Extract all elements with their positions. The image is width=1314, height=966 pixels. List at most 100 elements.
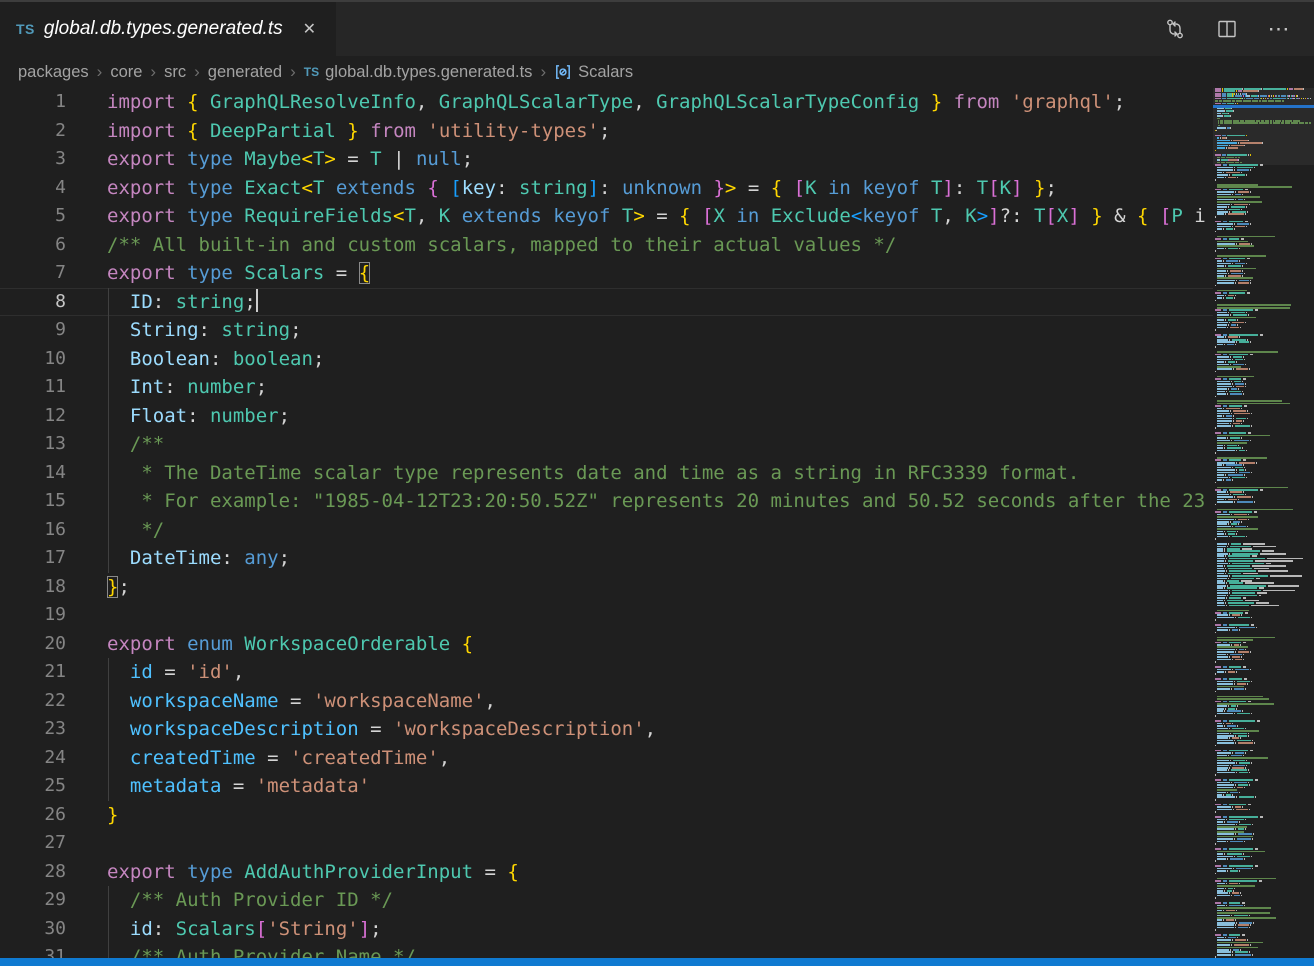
minimap-line [1217, 895, 1230, 897]
code-line[interactable]: 31 /** Auth Provider Name */ [0, 943, 1213, 958]
minimap-line [1245, 612, 1248, 614]
minimap-line [1235, 425, 1250, 427]
breadcrumb-item-scalars[interactable]: Scalars [554, 63, 633, 82]
code-line[interactable]: 10 Boolean: boolean; [0, 345, 1213, 374]
close-tab-icon[interactable]: ✕ [299, 17, 320, 41]
breadcrumb-item-global-db-types-generated-ts[interactable]: TSglobal.db.types.generated.ts [304, 63, 533, 82]
minimap-line [1223, 642, 1227, 644]
code-line[interactable]: 9 String: string; [0, 316, 1213, 345]
minimap-line [1226, 723, 1231, 725]
code-text: export type Scalars = { [107, 259, 370, 288]
code-line[interactable]: 7export type Scalars = { [0, 259, 1213, 288]
code-line[interactable]: 2import { DeepPartial } from 'utility-ty… [0, 117, 1213, 146]
code-token: number [187, 376, 256, 398]
open-changes-icon[interactable] [1162, 16, 1188, 42]
minimap-line [1254, 511, 1257, 513]
code-line[interactable]: 1import { GraphQLResolveInfo, GraphQLSca… [0, 88, 1213, 117]
minimap-line [1240, 949, 1241, 951]
minimap-line [1234, 787, 1235, 789]
minimap-line [1242, 194, 1243, 196]
minimap-line [1236, 868, 1251, 870]
breadcrumb-item-core[interactable]: core [110, 63, 142, 82]
line-number: 29 [0, 886, 66, 915]
minimap[interactable] [1213, 88, 1314, 958]
minimap-line [1230, 870, 1238, 872]
more-actions-icon[interactable]: ⋯ [1266, 16, 1292, 42]
breadcrumb-item-generated[interactable]: generated [208, 63, 282, 82]
code-line[interactable]: 21 id = 'id', [0, 658, 1213, 687]
minimap-line [1246, 93, 1247, 95]
minimap-line [1248, 735, 1249, 737]
code-line[interactable]: 12 Float: number; [0, 402, 1213, 431]
code-line[interactable]: 17 DateTime: any; [0, 544, 1213, 573]
minimap-line [1217, 457, 1267, 459]
code-token: number [210, 405, 279, 427]
breadcrumb-item-src[interactable]: src [164, 63, 186, 82]
minimap-line [1230, 521, 1231, 523]
minimap-line [1237, 531, 1238, 533]
minimap-line [1242, 447, 1243, 449]
minimap-line [1228, 523, 1229, 525]
code-token: GraphQLResolveInfo [210, 91, 416, 113]
minimap-line [1251, 681, 1252, 683]
minimap-line [1217, 558, 1225, 560]
minimap-line [1228, 755, 1229, 757]
code-line[interactable]: 29 /** Auth Provider ID */ [0, 886, 1213, 915]
line-number: 12 [0, 402, 66, 431]
minimap-line [1228, 275, 1241, 277]
code-line[interactable]: 3export type Maybe<T> = T | null; [0, 145, 1213, 174]
code-line[interactable]: 4export type Exact<T extends { [key: str… [0, 174, 1213, 203]
minimap-line [1217, 341, 1235, 343]
code-line[interactable]: 5export type RequireFields<T, K extends … [0, 202, 1213, 231]
minimap-line [1229, 570, 1256, 572]
code-line[interactable]: 6/** All built-in and custom scalars, ma… [0, 231, 1213, 260]
minimap-line [1223, 309, 1227, 311]
code-line[interactable]: 18}; [0, 573, 1213, 602]
code-line[interactable]: 22 workspaceName = 'workspaceName', [0, 687, 1213, 716]
code-area[interactable]: 1import { GraphQLResolveInfo, GraphQLSca… [0, 88, 1213, 958]
code-token: < [851, 205, 862, 227]
minimap-line [1249, 915, 1250, 917]
minimap-line [1236, 469, 1237, 471]
breadcrumb-separator: › [290, 62, 296, 82]
code-line[interactable]: 19 [0, 601, 1213, 630]
minimap-line [1227, 710, 1241, 712]
code-line[interactable]: 23 workspaceDescription = 'workspaceDesc… [0, 715, 1213, 744]
code-line[interactable]: 26} [0, 801, 1213, 830]
code-line[interactable]: 8 ID: string; [0, 288, 1213, 317]
code-line[interactable]: 13 /** [0, 430, 1213, 459]
code-line[interactable]: 20export enum WorkspaceOrderable { [0, 630, 1213, 659]
code-token [107, 946, 130, 958]
code-line[interactable]: 24 createdTime = 'createdTime', [0, 744, 1213, 773]
code-token: , [485, 690, 496, 712]
minimap-line [1215, 804, 1221, 806]
editor-tab[interactable]: TS global.db.types.generated.ts ✕ [0, 2, 336, 56]
line-number: 19 [0, 601, 66, 630]
minimap-line [1215, 103, 1221, 105]
breadcrumb-item-packages[interactable]: packages [18, 63, 89, 82]
code-token: = [256, 747, 290, 769]
minimap-line [1228, 206, 1229, 208]
code-line[interactable]: 25 metadata = 'metadata' [0, 772, 1213, 801]
minimap-line [1217, 322, 1228, 324]
minimap-line [1226, 570, 1227, 572]
code-line[interactable]: 11 Int: number; [0, 373, 1213, 402]
code-line[interactable]: 30 id: Scalars['String']; [0, 915, 1213, 944]
minimap-line [1299, 98, 1300, 100]
code-line[interactable]: 28export type AddAuthProviderInput = { [0, 858, 1213, 887]
code-line[interactable]: 14 * The DateTime scalar type represents… [0, 459, 1213, 488]
split-editor-icon[interactable] [1214, 16, 1240, 42]
code-token: > [633, 205, 644, 227]
code-text: * For example: "1985-04-12T23:20:50.52Z"… [107, 487, 1205, 516]
minimap-line [1217, 376, 1254, 378]
code-line[interactable]: 15 * For example: "1985-04-12T23:20:50.5… [0, 487, 1213, 516]
minimap-line [1217, 912, 1270, 914]
minimap-line [1223, 720, 1227, 722]
minimap-line [1244, 905, 1245, 907]
minimap-line [1217, 942, 1263, 944]
minimap-line [1256, 578, 1260, 580]
code-line[interactable]: 16 */ [0, 516, 1213, 545]
code-line[interactable]: 27 [0, 829, 1213, 858]
minimap-line [1239, 629, 1240, 631]
minimap-line [1215, 300, 1216, 302]
